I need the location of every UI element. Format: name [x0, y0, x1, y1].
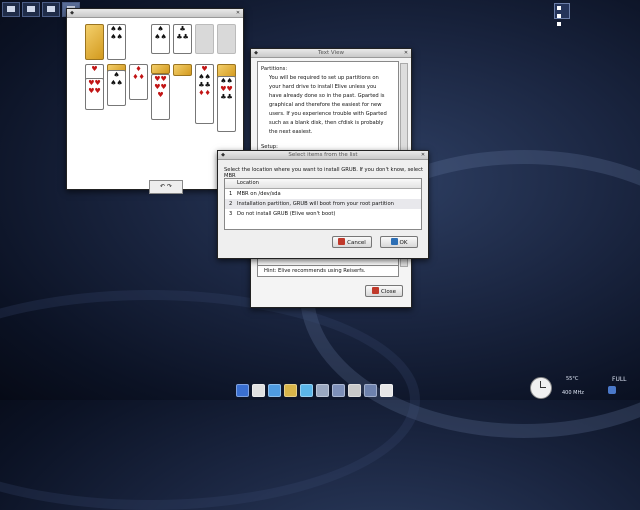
cancel-label: Cancel	[347, 240, 366, 246]
row-number: 3	[229, 211, 233, 217]
close-icon[interactable]: ✕	[420, 152, 426, 158]
tableau-card[interactable]: ♥♥ ♥♥ ♥	[151, 74, 170, 120]
text-view-title: Text View	[318, 50, 344, 56]
chat-icon[interactable]	[300, 384, 313, 397]
foundation-spade[interactable]: ♠ ♠♠	[151, 24, 170, 54]
ok-icon	[390, 238, 398, 245]
row-number: 1	[229, 191, 233, 197]
foundation-club[interactable]: ♣ ♣♣	[173, 24, 192, 54]
close-icon[interactable]: ✕	[235, 10, 241, 16]
heading-partitions: Partitions:	[261, 66, 288, 72]
window-menu-icon[interactable]: ◆	[253, 50, 259, 56]
window-menu-icon[interactable]: ◆	[69, 10, 75, 16]
close-label: Close	[381, 289, 396, 295]
row-text: Do not install GRUB (Elive won't boot)	[237, 211, 336, 217]
disc-icon[interactable]	[348, 384, 361, 397]
waste-card[interactable]: ♠♠ ♠♠	[107, 24, 126, 60]
list-item[interactable]: 3 Do not install GRUB (Elive won't boot)	[225, 209, 421, 219]
network-icon[interactable]	[608, 386, 616, 394]
temperature-readout: 55°C	[566, 376, 579, 382]
window-menu-icon[interactable]: ◆	[220, 152, 226, 158]
cancel-icon	[338, 238, 346, 245]
browser-icon[interactable]	[268, 384, 281, 397]
text-line: your hard drive to install Elive unless …	[269, 84, 377, 90]
ok-button[interactable]: OK	[380, 236, 418, 248]
close-icon	[372, 287, 379, 294]
text-line: You will be required to set up partition…	[269, 75, 379, 81]
ok-label: OK	[399, 240, 408, 246]
workspace-2[interactable]	[22, 2, 40, 17]
hint-line: Hint: Elive recommends using Reiserfs.	[257, 265, 399, 277]
text-view-titlebar[interactable]: ◆ Text View ✕	[251, 49, 411, 58]
cpu-readout: 400 MHz	[562, 390, 584, 396]
tableau-facedown	[151, 64, 170, 74]
close-button[interactable]: Close	[365, 285, 403, 297]
foundation-empty[interactable]	[195, 24, 214, 54]
location-list[interactable]: Location 1 MBR on /dev/sda 2 Installation …	[224, 178, 422, 230]
tableau-facedown	[173, 64, 192, 76]
stock-pile[interactable]	[85, 24, 104, 60]
tableau-card[interactable]: ♥ ♠♠ ♣♣ ♦♦	[195, 64, 214, 124]
files-icon[interactable]	[252, 384, 265, 397]
trash-icon[interactable]	[364, 384, 377, 397]
application-dock[interactable]	[236, 384, 393, 398]
text-line: such as a blank disk, then cfdisk is pro…	[269, 120, 384, 126]
workspace-3[interactable]	[42, 2, 60, 17]
partitions-paragraph: You will be required to set up partition…	[261, 74, 395, 137]
column-header-location[interactable]: Location	[225, 179, 421, 189]
list-item-selected[interactable]: 2 Installation partition, GRUB will boot …	[225, 199, 421, 209]
list-item[interactable]: 1 MBR on /dev/sda	[225, 189, 421, 199]
tableau-card[interactable]: ♠♠ ♥♥ ♣♣	[217, 76, 236, 132]
select-dialog-title: Select items from the list	[288, 152, 358, 158]
package-icon[interactable]	[380, 384, 393, 397]
foundation-empty[interactable]	[217, 24, 236, 54]
row-text: Installation partition, GRUB will boot f…	[237, 201, 394, 207]
select-dialog[interactable]: ◆ Select items from the list ✕ Select th…	[217, 150, 429, 259]
solitaire-titlebar[interactable]: ◆ ✕	[67, 9, 243, 18]
row-text: MBR on /dev/sda	[237, 191, 281, 197]
workspace-1[interactable]	[2, 2, 20, 17]
cancel-button[interactable]: Cancel	[332, 236, 372, 248]
terminal-icon[interactable]	[236, 384, 249, 397]
clock-icon[interactable]	[530, 377, 552, 399]
mail-icon[interactable]	[284, 384, 297, 397]
text-line: have already done so in the past. Gparte…	[269, 93, 385, 99]
tableau-card[interactable]: ♥♥ ♥♥	[85, 78, 104, 110]
tray-label: FULL	[612, 376, 627, 383]
desktop-switch-icon[interactable]	[554, 3, 570, 26]
text-line: users. If you experience trouble with Gp…	[269, 111, 387, 117]
select-dialog-titlebar[interactable]: ◆ Select items from the list ✕	[218, 151, 428, 160]
tableau-card[interactable]: ♠ ♠♠	[107, 70, 126, 106]
tableau-card[interactable]: ♦ ♦♦	[129, 64, 148, 100]
text-line: the next easiest.	[269, 129, 313, 135]
undo-redo-button[interactable]: ↶ ↷	[149, 180, 183, 194]
row-number: 2	[229, 201, 233, 207]
settings-icon[interactable]	[332, 384, 345, 397]
media-icon[interactable]	[316, 384, 329, 397]
text-line: graphical and therefore the easiest for …	[269, 102, 382, 108]
close-icon[interactable]: ✕	[403, 50, 409, 56]
